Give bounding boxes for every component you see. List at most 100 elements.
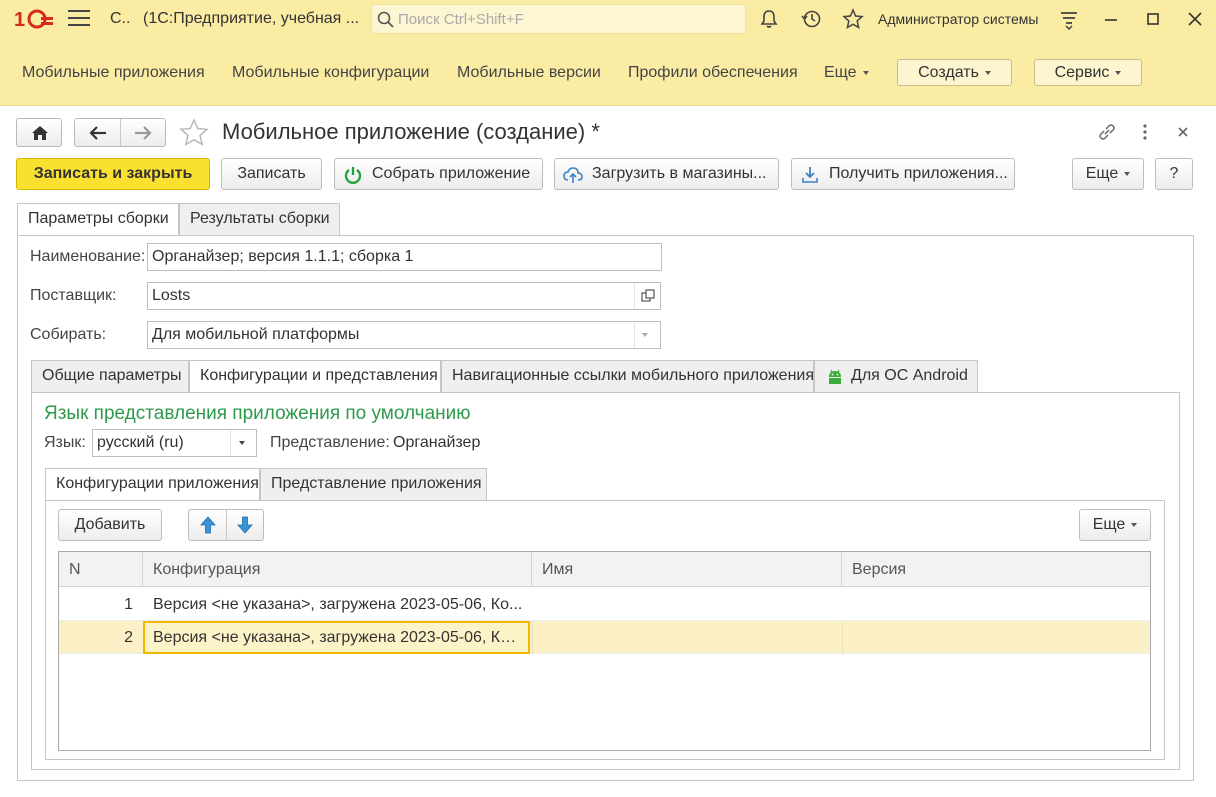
service-button[interactable]: Сервис [1034, 59, 1142, 86]
main-menu-icon[interactable] [68, 10, 90, 28]
home-icon [32, 126, 48, 140]
open-supplier-button[interactable] [634, 283, 660, 309]
create-button[interactable]: Создать [897, 59, 1012, 86]
section-mobile-configs[interactable]: Мобильные конфигурации [232, 64, 429, 82]
chevron-down-icon [642, 333, 648, 337]
settings-menu-icon[interactable] [1058, 8, 1080, 30]
get-apps-label: Получить приложения... [829, 165, 1008, 182]
supplier-field[interactable]: Losts [147, 282, 661, 310]
arrow-right-icon [135, 126, 152, 140]
help-button[interactable]: ? [1155, 158, 1193, 190]
representation-value: Органайзер [393, 434, 481, 451]
open-window-icon [641, 289, 655, 302]
arrow-up-icon [200, 516, 216, 534]
language-label: Язык: [44, 434, 86, 451]
supplier-value: Losts [152, 287, 191, 304]
section-mobile-apps[interactable]: Мобильные приложения [22, 64, 205, 82]
move-up-button[interactable] [189, 510, 227, 540]
row-version[interactable] [842, 621, 1150, 654]
build-for-value: Для мобильной платформы [152, 326, 360, 343]
language-dropdown[interactable] [230, 430, 256, 456]
tab-build-params[interactable]: Параметры сборки [17, 203, 179, 236]
forward-button[interactable] [121, 119, 166, 146]
language-value: русский (ru) [97, 434, 184, 451]
minimize-icon[interactable] [1100, 8, 1122, 30]
row-number: 1 [124, 596, 133, 613]
service-label: Сервис [1054, 64, 1110, 81]
favorite-star-icon[interactable] [178, 117, 210, 149]
section-more-label: Еще [824, 64, 857, 81]
move-down-button[interactable] [227, 510, 263, 540]
get-apps-button[interactable]: Получить приложения... [791, 158, 1015, 190]
close-form-icon[interactable] [1172, 121, 1194, 143]
column-header-version[interactable]: Версия [842, 552, 1150, 587]
current-user[interactable]: Администратор системы [878, 11, 1038, 27]
tab-app-representation[interactable]: Представление приложения [260, 468, 487, 500]
more-vertical-icon[interactable] [1134, 121, 1156, 143]
maximize-icon[interactable] [1142, 8, 1164, 30]
column-header-n[interactable]: N [59, 552, 143, 587]
history-nav [74, 118, 166, 147]
search-input[interactable] [398, 8, 738, 30]
tab-general-params[interactable]: Общие параметры [31, 360, 189, 392]
row-configuration[interactable]: Версия <не указана>, загружена 2023-05-0… [153, 588, 529, 621]
tab-android[interactable]: Для ОС Android [814, 360, 978, 392]
language-select[interactable]: русский (ru) [92, 429, 257, 457]
section-mobile-versions[interactable]: Мобильные версии [457, 64, 601, 82]
chevron-down-icon [862, 70, 869, 75]
1c-logo-icon[interactable]: 1 [14, 8, 54, 30]
bell-icon[interactable] [758, 8, 780, 30]
name-label: Наименование: [30, 248, 146, 265]
close-window-icon[interactable] [1184, 8, 1206, 30]
chevron-down-icon [1124, 171, 1131, 176]
link-icon[interactable] [1096, 121, 1118, 143]
save-button[interactable]: Записать [221, 158, 322, 190]
upload-to-stores-button[interactable]: Загрузить в магазины... [554, 158, 779, 190]
more-label: Еще [1085, 165, 1119, 182]
section-provisioning-profiles[interactable]: Профили обеспечения [628, 64, 798, 82]
table-more-button[interactable]: Еще [1079, 509, 1151, 541]
create-label: Создать [918, 64, 979, 81]
tab-configs-and-views[interactable]: Конфигурации и представления [189, 360, 441, 393]
save-and-close-button[interactable]: Записать и закрыть [16, 158, 210, 190]
build-for-select[interactable]: Для мобильной платформы [147, 321, 661, 349]
configurations-table[interactable]: N Конфигурация Имя Версия 1 Версия <не у… [58, 551, 1151, 751]
tab-build-results[interactable]: Результаты сборки [179, 203, 340, 235]
favorites-star-icon[interactable] [842, 8, 864, 30]
move-buttons [188, 509, 264, 541]
representation-label: Представление: [270, 434, 390, 451]
android-icon [829, 369, 841, 384]
chevron-down-icon [239, 441, 245, 445]
table-row[interactable]: 1 Версия <не указана>, загружена 2023-05… [59, 588, 1150, 621]
name-field[interactable]: Органайзер; версия 1.1.1; сборка 1 [147, 243, 662, 271]
window-short-title: С.. [110, 10, 131, 27]
row-name[interactable] [542, 588, 842, 621]
row-name[interactable] [532, 621, 842, 654]
build-app-label: Собрать приложение [372, 165, 531, 182]
table-header: N Конфигурация Имя Версия [59, 552, 1150, 587]
history-icon[interactable] [800, 8, 822, 30]
cloud-upload-icon [563, 167, 583, 183]
row-version[interactable] [852, 588, 1150, 621]
search-box[interactable] [371, 4, 746, 34]
supplier-label: Поставщик: [30, 287, 117, 304]
column-header-configuration[interactable]: Конфигурация [143, 552, 532, 587]
more-commands-button[interactable]: Еще [1072, 158, 1144, 190]
home-button[interactable] [16, 118, 62, 147]
chevron-down-icon [984, 70, 991, 75]
arrow-down-icon [237, 516, 253, 534]
tab-nav-links[interactable]: Навигационные ссылки мобильного приложен… [441, 360, 814, 392]
build-for-dropdown[interactable] [634, 322, 660, 348]
tab-app-configs[interactable]: Конфигурации приложения [45, 468, 260, 501]
add-button[interactable]: Добавить [58, 509, 162, 541]
section-more-menu[interactable]: Еще [824, 64, 869, 82]
power-icon [344, 167, 362, 184]
build-app-button[interactable]: Собрать приложение [334, 158, 543, 190]
chevron-down-icon [1115, 70, 1122, 75]
back-button[interactable] [75, 119, 121, 146]
table-row-selected[interactable]: 2 Версия <не указана>, загружена 2023-05… [59, 621, 1150, 654]
section-panel: Мобильные приложения Мобильные конфигура… [0, 38, 1216, 106]
column-header-name[interactable]: Имя [532, 552, 842, 587]
row-number: 2 [124, 629, 133, 646]
row-configuration-focused[interactable]: Версия <не указана>, загружена 2023-05-0… [143, 621, 530, 654]
